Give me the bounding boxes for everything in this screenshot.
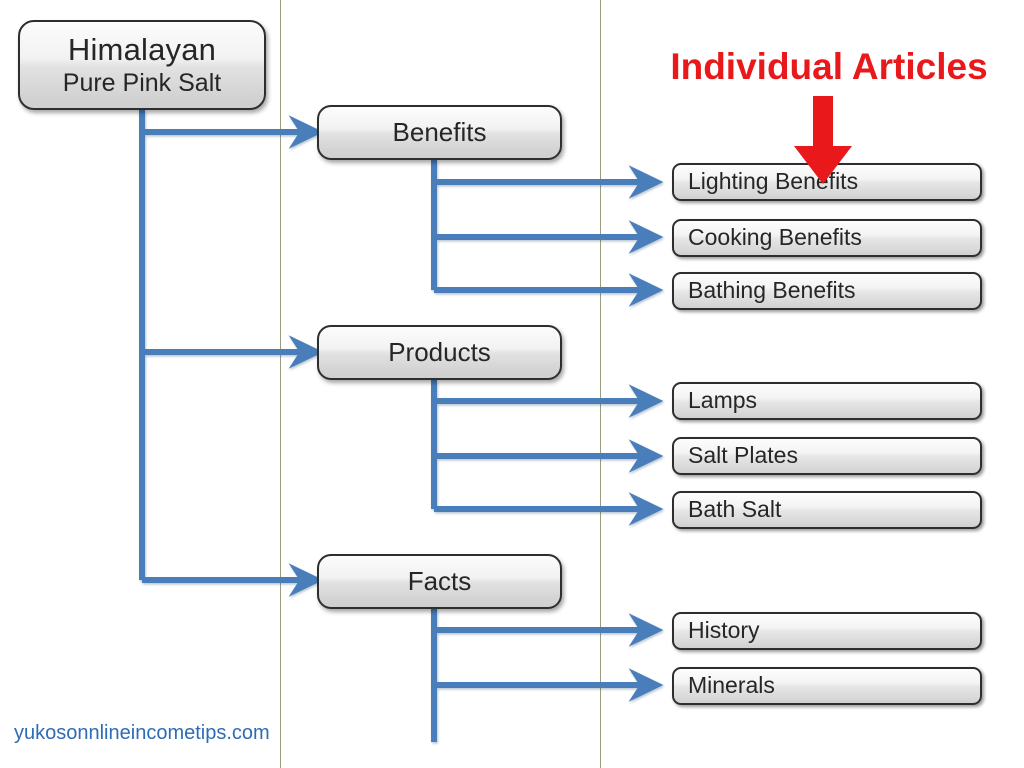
node-category-facts-label: Facts [407, 565, 472, 596]
node-article-bath-salt[interactable]: Bath Salt [672, 491, 982, 529]
node-category-benefits[interactable]: Benefits [317, 105, 562, 160]
node-root-subtitle: Pure Pink Salt [62, 68, 222, 97]
node-category-facts[interactable]: Facts [317, 554, 562, 609]
vertical-guide-line-right [600, 0, 601, 768]
node-article-history-label: History [688, 617, 760, 644]
node-root-title: Himalayan [67, 32, 217, 68]
down-arrow-icon [794, 96, 852, 184]
node-root[interactable]: Himalayan Pure Pink Salt [18, 20, 266, 110]
node-article-minerals-label: Minerals [688, 672, 775, 699]
node-article-history[interactable]: History [672, 612, 982, 650]
node-article-bath-salt-label: Bath Salt [688, 496, 782, 523]
node-category-products[interactable]: Products [317, 325, 562, 380]
vertical-guide-line-left [280, 0, 281, 768]
node-article-bathing-benefits-label: Bathing Benefits [688, 277, 856, 304]
node-article-salt-plates-label: Salt Plates [688, 442, 798, 469]
node-category-benefits-label: Benefits [392, 116, 487, 147]
callout-title: Individual Articles [670, 46, 988, 87]
node-article-salt-plates[interactable]: Salt Plates [672, 437, 982, 475]
node-article-bathing-benefits[interactable]: Bathing Benefits [672, 272, 982, 310]
node-article-cooking-benefits[interactable]: Cooking Benefits [672, 219, 982, 257]
watermark-url: yukosonnlineincometips.com [14, 722, 270, 744]
node-article-cooking-benefits-label: Cooking Benefits [688, 224, 862, 251]
node-category-products-label: Products [388, 336, 491, 367]
diagram-canvas: Himalayan Pure Pink Salt Benefits Produc… [0, 0, 1024, 768]
node-article-minerals[interactable]: Minerals [672, 667, 982, 705]
node-article-lamps-label: Lamps [688, 387, 758, 414]
node-article-lamps[interactable]: Lamps [672, 382, 982, 420]
